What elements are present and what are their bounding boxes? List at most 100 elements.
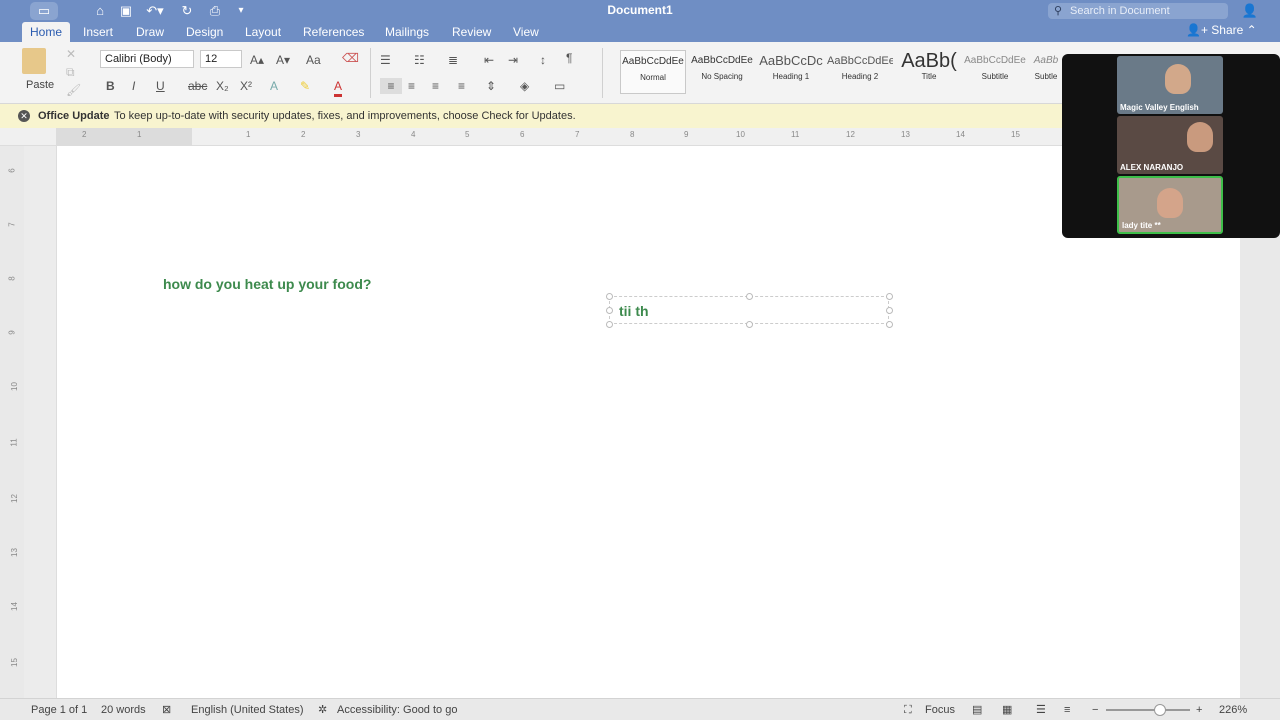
- style-normal[interactable]: AaBbCcDdEe Normal: [620, 50, 686, 94]
- style-heading-2[interactable]: AaBbCcDdEe Heading 2: [827, 50, 893, 94]
- style-no-spacing[interactable]: AaBbCcDdEe No Spacing: [689, 50, 755, 94]
- borders-icon[interactable]: ▭: [554, 78, 565, 94]
- paste-icon[interactable]: [22, 48, 46, 74]
- text-effects-icon[interactable]: A: [270, 78, 278, 94]
- resize-handle[interactable]: [746, 321, 753, 328]
- document-title: Document1: [607, 3, 673, 17]
- focus-icon: ⛶: [904, 704, 912, 716]
- bold-icon[interactable]: B: [106, 78, 115, 94]
- share-button[interactable]: 👤+ Share ⌃: [1186, 23, 1257, 37]
- divider: [370, 48, 371, 98]
- clear-formatting-icon[interactable]: ⌫: [342, 50, 359, 66]
- outline-icon[interactable]: ☰: [1036, 699, 1046, 720]
- superscript-icon[interactable]: X²: [240, 78, 252, 94]
- tab-insert[interactable]: Insert: [75, 22, 121, 42]
- close-icon[interactable]: ✕: [18, 110, 30, 122]
- search-input[interactable]: ⚲ Search in Document: [1048, 3, 1228, 19]
- paste-label[interactable]: Paste: [26, 79, 54, 91]
- print-icon[interactable]: ⎙: [206, 2, 224, 20]
- resize-handle[interactable]: [886, 293, 893, 300]
- tab-home[interactable]: Home: [22, 22, 71, 42]
- zoom-out-icon[interactable]: −: [1092, 699, 1098, 720]
- home-icon[interactable]: ⌂: [92, 2, 108, 20]
- page-count[interactable]: Page 1 of 1: [31, 699, 87, 720]
- print-layout-icon[interactable]: ▤: [972, 699, 982, 720]
- increase-indent-icon[interactable]: ⇥: [508, 52, 518, 68]
- tab-mailings[interactable]: Mailings: [377, 22, 437, 42]
- resize-handle[interactable]: [606, 293, 613, 300]
- zoom-level[interactable]: 226%: [1219, 699, 1247, 720]
- undo-icon[interactable]: ↶▾: [144, 2, 166, 20]
- language[interactable]: English (United States): [191, 699, 304, 720]
- style-heading-1[interactable]: AaBbCcDc Heading 1: [758, 50, 824, 94]
- copy-icon[interactable]: ⧉: [66, 64, 75, 80]
- participant-tile-active[interactable]: lady tite **: [1117, 176, 1223, 234]
- text-box[interactable]: tii th: [606, 293, 893, 328]
- multilevel-list-icon[interactable]: ≣: [448, 52, 458, 68]
- participant-name: ALEX NARANJO: [1120, 163, 1184, 172]
- save-icon[interactable]: ▣: [118, 2, 134, 20]
- resize-handle[interactable]: [886, 321, 893, 328]
- numbering-icon[interactable]: ☷: [414, 52, 425, 68]
- align-center-icon[interactable]: ≡: [408, 78, 415, 94]
- draft-icon[interactable]: ≡: [1064, 699, 1070, 720]
- zoom-slider-handle[interactable]: [1154, 704, 1166, 716]
- focus-button[interactable]: Focus: [925, 699, 955, 720]
- customize-icon[interactable]: ▾: [234, 2, 248, 20]
- grow-font-icon[interactable]: A▴: [250, 52, 264, 68]
- ruler-number: 15: [1011, 130, 1020, 139]
- style-title[interactable]: AaBb( Title: [896, 50, 962, 94]
- decrease-indent-icon[interactable]: ⇤: [484, 52, 494, 68]
- justify-icon[interactable]: ≡: [458, 78, 465, 94]
- horizontal-ruler[interactable]: 2 1 1 2 3 4 5 6 7 8 9 10 11 12 13 14 15: [0, 128, 1240, 146]
- tab-design[interactable]: Design: [178, 22, 231, 42]
- font-size-select[interactable]: 12: [200, 50, 242, 68]
- resize-handle[interactable]: [606, 321, 613, 328]
- highlight-icon[interactable]: ✎: [300, 78, 310, 94]
- font-color-icon[interactable]: A: [334, 78, 343, 97]
- tab-layout[interactable]: Layout: [237, 22, 289, 42]
- style-subtitle[interactable]: AaBbCcDdEe Subtitle: [962, 50, 1028, 94]
- subscript-icon[interactable]: X₂: [216, 78, 229, 94]
- shading-icon[interactable]: ◈: [520, 78, 529, 94]
- resize-handle[interactable]: [886, 307, 893, 314]
- tab-review[interactable]: Review: [444, 22, 499, 42]
- change-case-icon[interactable]: Aa: [306, 52, 321, 68]
- office-update-bar: ✕ Office Update To keep up-to-date with …: [0, 104, 1062, 128]
- proofing-icon[interactable]: ⊠: [162, 699, 171, 720]
- accessibility-status[interactable]: Accessibility: Good to go: [337, 699, 457, 720]
- zoom-in-icon[interactable]: +: [1196, 699, 1202, 720]
- document-text-line[interactable]: how do you heat up your food?: [163, 276, 371, 292]
- align-right-icon[interactable]: ≡: [432, 78, 439, 94]
- zoom-slider[interactable]: [1106, 709, 1190, 711]
- sidebar-icon[interactable]: ▭: [30, 2, 58, 20]
- sort-icon[interactable]: ↕: [540, 52, 546, 68]
- text-box-content[interactable]: tii th: [619, 303, 649, 319]
- ribbon-tabs: Home Insert Draw Design Layout Reference…: [0, 22, 1280, 42]
- cut-icon[interactable]: ✕: [66, 46, 76, 62]
- bullets-icon[interactable]: ☰: [380, 52, 391, 68]
- italic-icon[interactable]: I: [132, 78, 135, 94]
- tab-draw[interactable]: Draw: [128, 22, 172, 42]
- line-spacing-icon[interactable]: ⇕: [486, 78, 496, 94]
- style-subtle[interactable]: AaBb Subtle: [1030, 50, 1062, 94]
- participant-tile[interactable]: Magic Valley English: [1117, 56, 1223, 114]
- account-icon[interactable]: 👤: [1240, 2, 1260, 20]
- resize-handle[interactable]: [606, 307, 613, 314]
- format-painter-icon[interactable]: 🖌: [66, 82, 81, 98]
- redo-icon[interactable]: ↻: [178, 2, 196, 20]
- underline-icon[interactable]: U: [156, 78, 165, 94]
- style-sample: AaBbCcDc: [759, 53, 823, 68]
- shrink-font-icon[interactable]: A▾: [276, 52, 290, 68]
- resize-handle[interactable]: [746, 293, 753, 300]
- word-count[interactable]: 20 words: [101, 699, 146, 720]
- vertical-ruler[interactable]: 6 7 8 9 10 11 12 13 14 15: [8, 146, 22, 698]
- tab-references[interactable]: References: [295, 22, 372, 42]
- web-layout-icon[interactable]: ▦: [1002, 699, 1012, 720]
- font-name-select[interactable]: Calibri (Body): [100, 50, 194, 68]
- tab-view[interactable]: View: [505, 22, 547, 42]
- strikethrough-icon[interactable]: abc: [188, 78, 207, 94]
- align-left-icon[interactable]: ≡: [380, 78, 402, 94]
- participant-tile[interactable]: ALEX NARANJO: [1117, 116, 1223, 174]
- show-paragraph-marks-icon[interactable]: ¶: [566, 50, 572, 66]
